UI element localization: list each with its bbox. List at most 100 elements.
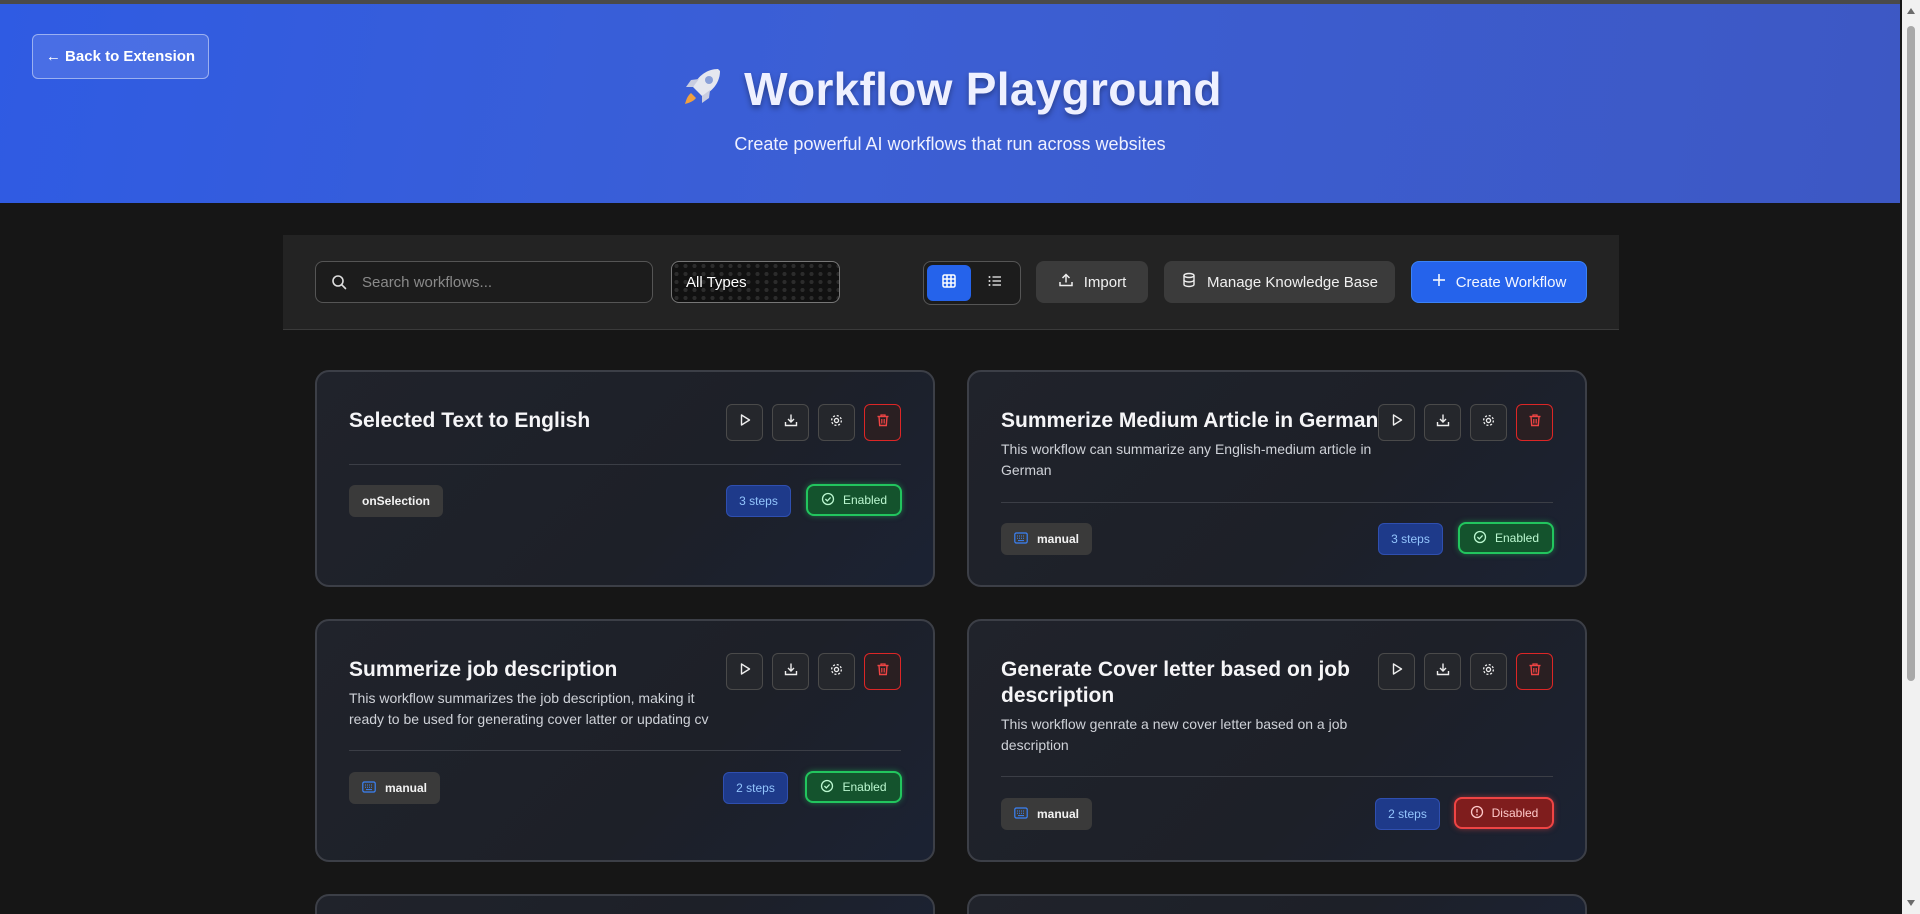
scrollbar-thumb[interactable] (1907, 26, 1915, 681)
keyboard-icon (362, 780, 376, 796)
rocket-icon (678, 63, 726, 116)
workflow-card[interactable]: Summerize Medium Article in German This … (967, 370, 1587, 587)
check-circle-icon (820, 779, 834, 796)
workflow-card[interactable]: Summerize job description This workflow … (315, 619, 935, 862)
card-divider (349, 464, 901, 465)
steps-badge: 2 steps (723, 772, 788, 804)
steps-badge: 3 steps (1378, 523, 1443, 555)
play-icon (738, 662, 752, 681)
status-label: Disabled (1491, 806, 1539, 820)
page-title: Workflow Playground (744, 63, 1222, 115)
create-label: Create Workflow (1455, 273, 1567, 291)
delete-button[interactable] (1516, 404, 1553, 441)
grid-view-button[interactable] (927, 265, 971, 301)
workflow-description: This workflow genrate a new cover letter… (1001, 716, 1348, 753)
scroll-up-arrow-icon[interactable] (1907, 8, 1915, 14)
status-badge[interactable]: Disabled (1454, 797, 1554, 829)
card-actions (1378, 404, 1553, 441)
trash-icon (1528, 662, 1542, 681)
settings-button[interactable] (818, 404, 855, 441)
gear-icon (829, 413, 844, 433)
page-header: ← Back to Extension Workflow Playground … (0, 4, 1900, 203)
run-button[interactable] (726, 653, 763, 690)
vertical-scrollbar[interactable] (1902, 0, 1920, 914)
download-icon (1436, 413, 1450, 432)
workflow-description: This workflow summarizes the job descrip… (349, 690, 709, 727)
gear-icon (1481, 413, 1496, 433)
card-actions (726, 653, 901, 690)
page-subtitle: Create powerful AI workflows that run ac… (734, 134, 1166, 154)
gear-icon (1481, 662, 1496, 682)
database-icon (1181, 272, 1197, 292)
status-label: Enabled (1494, 531, 1540, 545)
export-button[interactable] (1424, 653, 1461, 690)
scroll-down-arrow-icon[interactable] (1907, 900, 1915, 906)
trigger-label: manual (385, 781, 428, 795)
download-icon (1436, 662, 1450, 681)
trigger-badge: onSelection (349, 485, 444, 517)
alert-circle-icon (1470, 805, 1484, 822)
run-button[interactable] (726, 404, 763, 441)
card-divider (349, 750, 901, 751)
grid-icon (941, 273, 957, 294)
export-button[interactable] (1424, 404, 1461, 441)
delete-button[interactable] (1516, 653, 1553, 690)
workflow-card[interactable]: Selected Text to English onSelection 3 s… (315, 370, 935, 587)
toolbar: All Types Import Manage Knowledge Base C… (283, 235, 1619, 330)
settings-button[interactable] (1470, 404, 1507, 441)
card-actions (726, 404, 901, 441)
delete-button[interactable] (864, 404, 901, 441)
type-filter-select[interactable]: All Types (671, 261, 840, 303)
play-icon (1390, 662, 1404, 681)
workflow-description: This workflow can summarize any English-… (1001, 441, 1372, 478)
workflow-card[interactable] (967, 894, 1587, 914)
status-badge[interactable]: Enabled (1458, 522, 1554, 554)
check-circle-icon (1473, 530, 1487, 547)
workflow-title: Summerize Medium Article in German (1001, 409, 1379, 432)
run-button[interactable] (1378, 653, 1415, 690)
check-circle-icon (821, 492, 835, 509)
export-button[interactable] (772, 653, 809, 690)
workflow-card[interactable]: Generate Cover letter based on job descr… (967, 619, 1587, 862)
title-row: Workflow Playground (0, 62, 1900, 116)
download-icon (784, 413, 798, 432)
status-badge[interactable]: Enabled (806, 484, 902, 516)
kb-label: Manage Knowledge Base (1207, 273, 1378, 291)
status-label: Enabled (842, 780, 887, 794)
trigger-badge: manual (349, 772, 441, 804)
workflow-card[interactable] (315, 894, 935, 914)
trash-icon (876, 413, 890, 432)
keyboard-icon (1014, 531, 1028, 547)
list-view-button[interactable] (973, 265, 1017, 301)
run-button[interactable] (1378, 404, 1415, 441)
gear-icon (829, 662, 844, 682)
trash-icon (1528, 413, 1542, 432)
trigger-label: manual (1037, 807, 1080, 821)
download-icon (784, 662, 798, 681)
workflow-title: Generate Cover letter based on job descr… (1001, 658, 1350, 707)
card-actions (1378, 653, 1553, 690)
play-icon (1390, 413, 1404, 432)
search-icon (316, 274, 362, 290)
trigger-badge: manual (1001, 523, 1093, 555)
trash-icon (876, 662, 890, 681)
import-button[interactable]: Import (1036, 261, 1148, 303)
status-badge[interactable]: Enabled (805, 771, 902, 803)
create-workflow-button[interactable]: Create Workflow (1411, 261, 1587, 303)
trigger-badge: manual (1001, 798, 1093, 830)
search-box[interactable] (315, 261, 653, 303)
settings-button[interactable] (1470, 653, 1507, 690)
export-button[interactable] (772, 404, 809, 441)
type-filter-value: All Types (686, 273, 747, 291)
steps-badge: 3 steps (726, 485, 791, 517)
steps-badge: 2 steps (1375, 798, 1440, 830)
delete-button[interactable] (864, 653, 901, 690)
plus-icon (1432, 273, 1446, 291)
manage-knowledge-base-button[interactable]: Manage Knowledge Base (1164, 261, 1395, 303)
card-divider (1001, 776, 1553, 777)
keyboard-icon (1014, 806, 1028, 822)
settings-button[interactable] (818, 653, 855, 690)
search-input[interactable] (362, 273, 642, 291)
trigger-label: onSelection (362, 494, 431, 508)
trigger-label: manual (1037, 532, 1080, 546)
